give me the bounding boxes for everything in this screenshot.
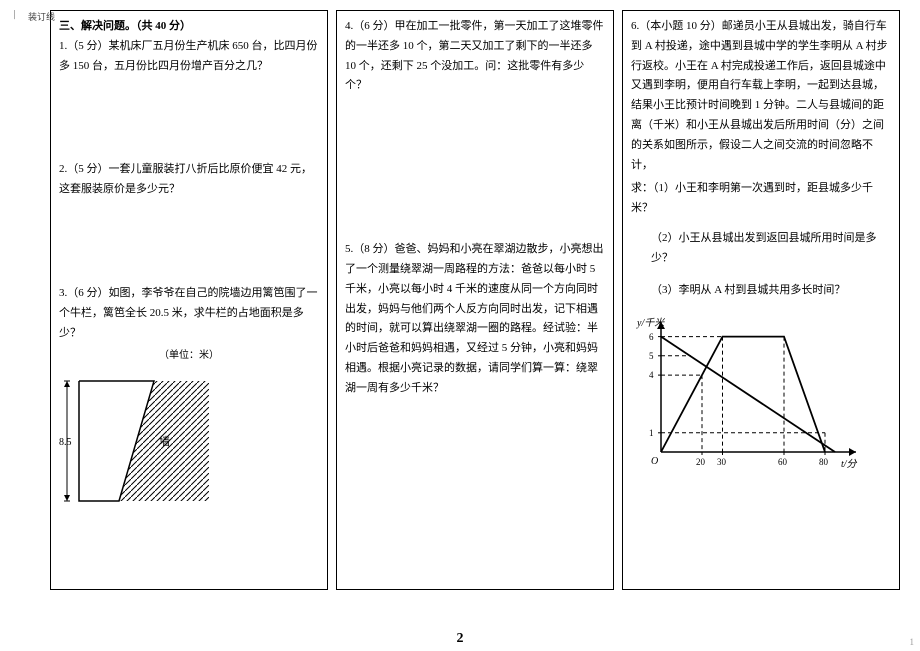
corner-number: 1	[910, 637, 915, 647]
svg-text:y/千米: y/千米	[636, 317, 665, 329]
figure1-unit: （单位：米）	[59, 347, 319, 365]
section-title: 三、解决问题。（共 40 分）	[59, 17, 319, 37]
svg-text:30: 30	[717, 457, 727, 467]
question-6-sub1: 求：（1）小王和李明第一次遇到时，距县城多少千米？	[631, 179, 891, 219]
svg-text:1: 1	[649, 428, 654, 438]
figure-distance-time-chart: O 20 30 60 80 1 4 5 6 y/千米 t/分	[631, 312, 871, 472]
question-5: 5.（8 分）爸爸、妈妈和小亮在翠湖边散步，小亮想出了一个测量绕翠湖一周路程的方…	[345, 240, 605, 398]
svg-text:t/分: t/分	[841, 458, 858, 470]
figure1-height-label: 8.5	[59, 437, 72, 448]
svg-text:4: 4	[649, 370, 654, 380]
svg-text:6: 6	[649, 332, 654, 342]
column-1: 三、解决问题。（共 40 分） 1.（5 分）某机床厂五月份生产机床 650 台…	[50, 10, 328, 590]
question-2: 2.（5 分）一套儿童服装打八折后比原价便宜 42 元，这套服装原价是多少元？	[59, 160, 319, 200]
svg-text:60: 60	[778, 457, 788, 467]
page-number: 2	[457, 631, 464, 647]
svg-text:O: O	[651, 456, 658, 467]
svg-text:5: 5	[649, 351, 654, 361]
question-6-body: 6.（本小题 10 分）邮递员小王从县城出发，骑自行车到 A 村投递，途中遇到县…	[631, 17, 891, 175]
figure1-wall-label: 墙	[159, 434, 170, 448]
binding-label: 装订线	[28, 10, 55, 23]
svg-text:80: 80	[819, 457, 829, 467]
column-2: 4.（6 分）甲在加工一批零件，第一天加工了这堆零件的一半还多 10 个，第二天…	[336, 10, 614, 590]
page-layout: 三、解决问题。（共 40 分） 1.（5 分）某机床厂五月份生产机床 650 台…	[0, 0, 920, 620]
figure-fence: 8.5 墙	[59, 371, 219, 511]
question-4: 4.（6 分）甲在加工一批零件，第一天加工了这堆零件的一半还多 10 个，第二天…	[345, 17, 605, 96]
question-6-sub3: （3）李明从 A 村到县城共用多长时间？	[651, 281, 891, 301]
question-1: 1.（5 分）某机床厂五月份生产机床 650 台，比四月份多 150 台，五月份…	[59, 37, 319, 77]
binding-mark: —	[10, 10, 20, 19]
column-3: 6.（本小题 10 分）邮递员小王从县城出发，骑自行车到 A 村投递，途中遇到县…	[622, 10, 900, 590]
svg-text:20: 20	[696, 457, 706, 467]
question-3: 3.（6 分）如图，李爷爷在自己的院墙边用篱笆围了一个牛栏，篱笆全长 20.5 …	[59, 284, 319, 343]
question-6-sub2: （2）小王从县城出发到返回县城所用时间是多少？	[651, 229, 891, 269]
